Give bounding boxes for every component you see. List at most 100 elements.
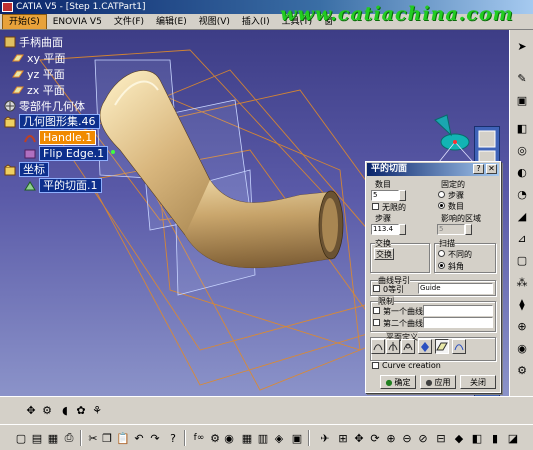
number-spinner[interactable] [399, 190, 406, 201]
plane-def-icon-2[interactable] [386, 339, 400, 354]
fit-all-icon[interactable]: ⊞ [336, 431, 350, 445]
formula-icon[interactable]: f∞ [192, 431, 206, 445]
dialog-close-x-button[interactable]: ✕ [486, 164, 497, 174]
draft-icon[interactable]: ⊿ [514, 230, 530, 246]
hide-show-icon[interactable]: ▣ [290, 431, 304, 445]
plane-def-icon-1[interactable] [371, 339, 385, 354]
tree-node-body[interactable]: 零部件几何体 [4, 98, 85, 113]
tree-node-section[interactable]: 平的切面.1 [24, 178, 102, 193]
tree-node-flip[interactable]: Flip Edge.1 [24, 146, 109, 161]
sweep-uneven-radio[interactable] [438, 250, 445, 257]
tool-d-icon[interactable]: ✿ [74, 403, 88, 417]
undo-icon[interactable]: ↶ [132, 431, 146, 445]
cut-icon[interactable]: ✂ [86, 431, 100, 445]
rotate-icon[interactable]: ⟳ [368, 431, 382, 445]
tree-node-zx[interactable]: zx 平面 [12, 82, 65, 97]
measure-icon[interactable]: ⊕ [514, 318, 530, 334]
body-icon [4, 100, 16, 112]
chamfer-icon[interactable]: ◢ [514, 208, 530, 224]
second-curve-input[interactable] [423, 317, 493, 328]
knowledge-icon[interactable]: ⚙ [208, 431, 222, 445]
table-icon[interactable]: ▦ [240, 431, 254, 445]
rib-icon[interactable]: ◐ [514, 164, 530, 180]
step-input[interactable]: 113.4 [371, 224, 399, 235]
influence-spinner[interactable] [465, 224, 472, 235]
tree-node-root[interactable]: 手柄曲面 [4, 34, 63, 49]
tree-node-yz[interactable]: yz 平面 [12, 66, 65, 81]
shading-icon[interactable]: ◪ [506, 431, 520, 445]
tool-c-icon[interactable]: ◖ [58, 403, 72, 417]
ok-button[interactable]: ● 确定 [380, 375, 416, 389]
apply-button[interactable]: ● 应用 [420, 375, 456, 389]
tree-node-axis[interactable]: 坐标 [4, 162, 49, 177]
paste-icon[interactable]: 📋 [116, 431, 130, 445]
fillet-icon[interactable]: ◔ [514, 186, 530, 202]
menu-insert[interactable]: 插入(I) [236, 15, 276, 29]
pointer-icon[interactable]: ➤ [514, 38, 530, 54]
pad-icon[interactable]: ▣ [514, 92, 530, 108]
number-input[interactable]: 5 [371, 190, 399, 201]
tool-a-icon[interactable]: ✥ [24, 403, 38, 417]
pan-icon[interactable]: ✥ [352, 431, 366, 445]
menu-enovia[interactable]: ENOVIA V5 [47, 15, 108, 29]
new-icon[interactable]: ▢ [14, 431, 28, 445]
tree-node-xy[interactable]: xy 平面 [12, 50, 66, 65]
pocket-icon[interactable]: ◧ [514, 120, 530, 136]
dialog-help-button[interactable]: ? [473, 164, 484, 174]
shell-icon[interactable]: ▢ [514, 252, 530, 268]
whatsthis-icon[interactable]: ? [166, 431, 180, 445]
shaft-icon[interactable]: ◎ [514, 142, 530, 158]
macro-icon[interactable]: ◉ [222, 431, 236, 445]
plane-icon [12, 84, 24, 96]
zoom-in-icon[interactable]: ⊕ [384, 431, 398, 445]
render-style-icon[interactable]: ◧ [470, 431, 484, 445]
multi-view-icon[interactable]: ⊟ [434, 431, 448, 445]
open-icon[interactable]: ▤ [30, 431, 44, 445]
sweep-icon [24, 132, 36, 144]
infinite-checkbox[interactable] [372, 203, 379, 210]
plane-def-icon-5[interactable] [435, 339, 449, 354]
tool-e-icon[interactable]: ⚘ [90, 403, 104, 417]
zoom-out-icon[interactable]: ⊖ [400, 431, 414, 445]
pattern-icon[interactable]: ⁂ [514, 274, 530, 290]
step-radio[interactable] [438, 191, 445, 198]
guide-checkbox[interactable] [373, 285, 380, 292]
menu-view[interactable]: 视图(V) [193, 15, 236, 29]
plane-def-icon-6[interactable] [452, 339, 466, 354]
second-curve-checkbox[interactable] [373, 319, 380, 326]
normal-view-icon[interactable]: ⊘ [416, 431, 430, 445]
redo-icon[interactable]: ↷ [148, 431, 162, 445]
plane-def-icon-3[interactable] [401, 339, 415, 354]
tree-node-handle[interactable]: Handle.1 [24, 130, 97, 145]
swap-space-icon[interactable]: ▮ [488, 431, 502, 445]
fly-icon[interactable]: ✈ [318, 431, 332, 445]
close-button[interactable]: 关闭 [460, 375, 496, 389]
tool-b-icon[interactable]: ⚙ [40, 403, 54, 417]
guide-input[interactable]: Guide [418, 283, 493, 294]
first-curve-checkbox[interactable] [373, 307, 380, 314]
tools-icon[interactable]: ⚙ [514, 362, 530, 378]
swap-button[interactable]: 交换 [374, 248, 394, 260]
grid-icon[interactable]: ▥ [256, 431, 270, 445]
plane-icon [12, 52, 24, 64]
curve-creation-checkbox[interactable] [372, 362, 379, 369]
print-icon[interactable]: ⎙ [62, 431, 76, 445]
copy-icon[interactable]: ❐ [100, 431, 114, 445]
sweep-oblique-radio[interactable] [438, 262, 445, 269]
sketch-icon[interactable]: ✎ [514, 70, 530, 86]
tree-node-geoset[interactable]: 几何图形集.46 [4, 114, 100, 129]
menu-file[interactable]: 文件(F) [108, 15, 150, 29]
iso-view-icon[interactable]: ◆ [452, 431, 466, 445]
first-curve-input[interactable] [423, 305, 493, 316]
count-radio[interactable] [438, 202, 445, 209]
menu-start[interactable]: 开始(S) [2, 14, 47, 29]
menu-edit[interactable]: 编辑(E) [150, 15, 193, 29]
plane-def-icon-4[interactable] [418, 339, 432, 354]
snap-icon[interactable]: ◈ [272, 431, 286, 445]
mirror-icon[interactable]: ⧫ [514, 296, 530, 312]
save-icon[interactable]: ▦ [46, 431, 60, 445]
influence-input[interactable]: 5 [437, 224, 465, 235]
step-spinner[interactable] [399, 224, 406, 235]
analysis-icon[interactable]: ◉ [514, 340, 530, 356]
compass-origin [453, 140, 457, 144]
